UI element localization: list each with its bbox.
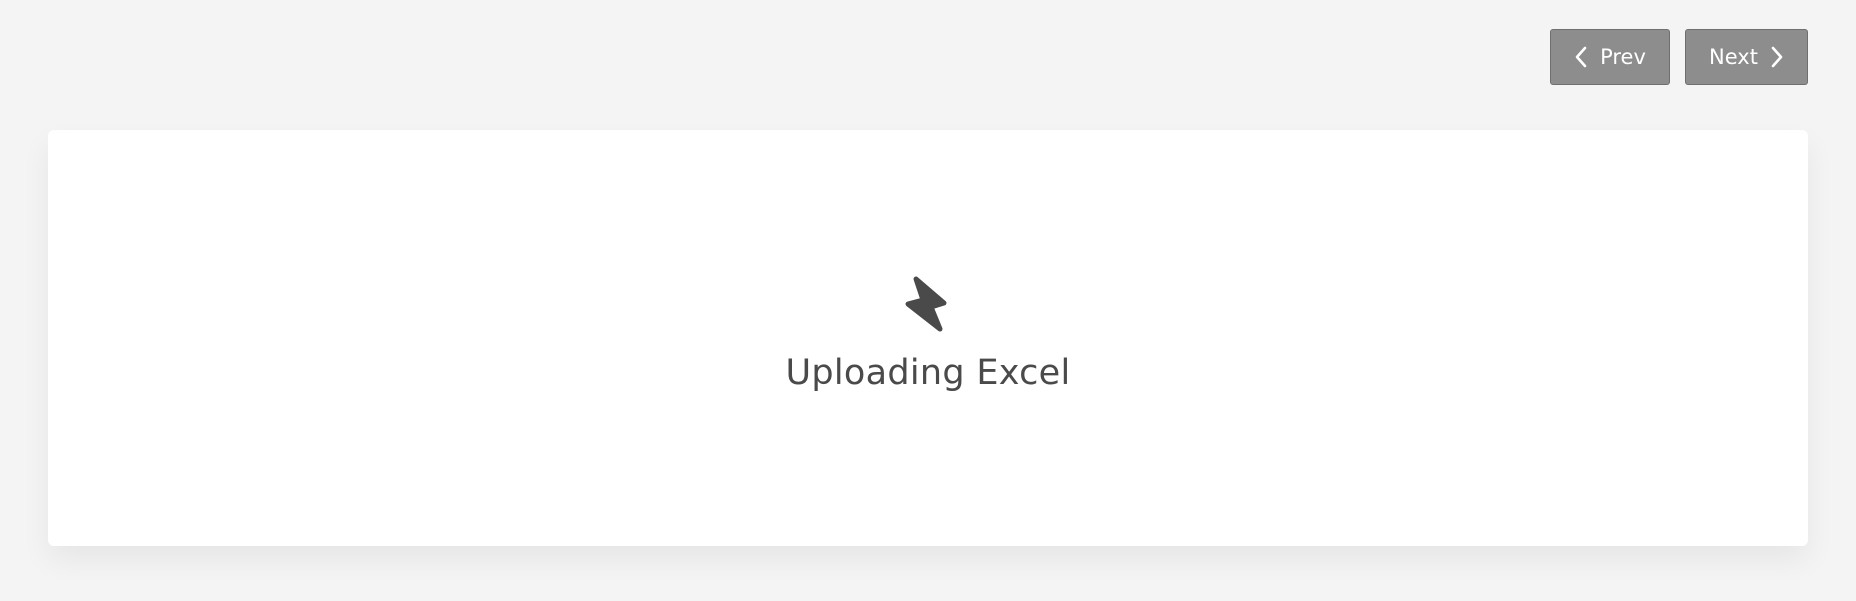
prev-button[interactable]: Prev <box>1550 29 1670 85</box>
next-button[interactable]: Next <box>1685 29 1808 85</box>
lightning-bolt-icon <box>904 275 952 335</box>
chevron-left-icon <box>1574 46 1588 68</box>
upload-status-card: Uploading Excel <box>48 130 1808 546</box>
pagination-nav: Prev Next <box>1550 29 1808 85</box>
next-button-label: Next <box>1709 45 1758 69</box>
upload-status-text: Uploading Excel <box>785 353 1071 393</box>
page: Prev Next Uploading Excel <box>0 0 1856 601</box>
chevron-right-icon <box>1770 46 1784 68</box>
upload-status: Uploading Excel <box>785 275 1070 393</box>
prev-button-label: Prev <box>1600 45 1646 69</box>
